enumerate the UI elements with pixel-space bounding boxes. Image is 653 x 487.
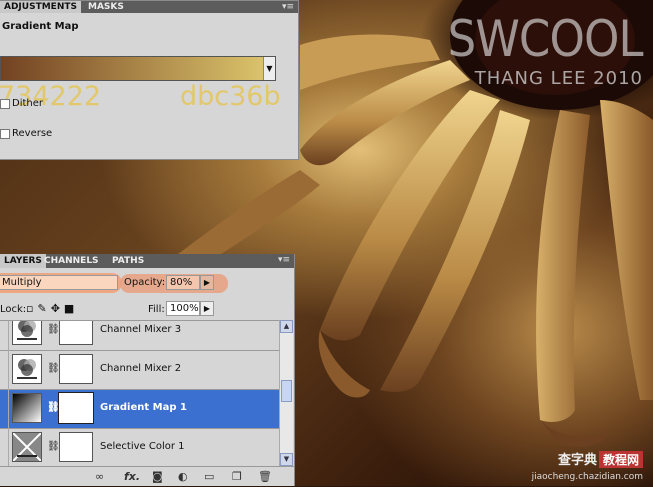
eye-icon[interactable] — [0, 429, 9, 467]
layers-panel: LAYERS CHANNELS PATHS ▾≡ Multiply Opacit… — [0, 254, 295, 486]
chevron-right-icon[interactable]: ▶ — [200, 301, 214, 316]
tab-masks[interactable]: MASKS — [84, 1, 128, 13]
lock-brush-icon[interactable]: ✎ — [37, 302, 50, 315]
eye-icon[interactable] — [0, 321, 9, 351]
panel-menu-icon[interactable]: ▾≡ — [282, 2, 294, 12]
tab-paths[interactable]: PATHS — [108, 254, 148, 268]
opacity-label: Opacity: — [124, 277, 166, 288]
reverse-checkbox[interactable] — [0, 129, 10, 139]
scroll-down-icon[interactable]: ▼ — [280, 453, 293, 466]
layer-name: Channel Mixer 3 — [100, 324, 182, 335]
layer-row-channel-mixer-3[interactable]: ⛓ Channel Mixer 3 — [0, 321, 279, 351]
dither-label: Dither — [12, 98, 44, 109]
lock-transparent-icon[interactable]: ▫ — [26, 302, 37, 315]
add-mask-icon[interactable]: ◙ — [152, 470, 163, 483]
gradient-end-hex: dbc36b — [180, 81, 281, 112]
link-icon[interactable]: ⛓ — [47, 324, 60, 335]
scroll-up-icon[interactable]: ▲ — [280, 320, 293, 333]
fill-input[interactable]: 100% — [166, 301, 200, 316]
channel-mixer-icon — [12, 354, 42, 384]
scroll-thumb[interactable] — [281, 380, 292, 402]
channel-mixer-icon — [12, 321, 42, 345]
lock-all-icon[interactable]: ■ — [64, 302, 78, 315]
chevron-right-icon[interactable]: ▶ — [200, 275, 214, 290]
new-layer-icon[interactable]: ❐ — [232, 470, 242, 483]
eye-icon[interactable] — [0, 351, 9, 390]
site-watermark: 查字典 教程网 — [558, 449, 643, 468]
link-icon[interactable]: ⛓ — [47, 441, 60, 452]
layers-tabbar: LAYERS CHANNELS PATHS ▾≡ — [0, 254, 294, 268]
layers-scrollbar[interactable]: ▲ ▼ — [279, 320, 293, 466]
lock-label: Lock: — [0, 304, 27, 315]
layer-list: ⛓ Channel Mixer 3 ⛓ Channel Mixer 2 ⛓ Gr… — [0, 320, 279, 467]
link-icon[interactable]: ∞ — [95, 470, 104, 483]
tab-channels[interactable]: CHANNELS — [40, 254, 103, 268]
link-icon[interactable]: ⛓ — [47, 363, 60, 374]
reverse-label: Reverse — [12, 128, 53, 139]
layer-row-channel-mixer-2[interactable]: ⛓ Channel Mixer 2 — [0, 351, 279, 390]
dither-checkbox[interactable] — [0, 99, 10, 109]
selective-color-icon — [12, 432, 42, 462]
adjustment-title: Gradient Map — [2, 21, 79, 32]
trash-icon[interactable]: 🗑 — [258, 470, 272, 483]
panel-menu-icon[interactable]: ▾≡ — [278, 255, 290, 265]
layer-mask-thumbnail[interactable] — [59, 321, 93, 345]
site-name: 查字典 — [557, 453, 597, 468]
gradient-map-icon — [12, 393, 42, 423]
lock-options[interactable]: ▫✎✥■ — [26, 302, 78, 315]
layer-name: Selective Color 1 — [100, 441, 185, 452]
eye-icon[interactable] — [0, 390, 9, 429]
layer-mask-thumbnail[interactable] — [59, 354, 93, 384]
watermark-title: SWCOOL — [448, 10, 644, 68]
fill-label: Fill: — [148, 304, 165, 315]
tab-adjustments[interactable]: ADJUSTMENTS — [0, 1, 81, 13]
layer-name: Gradient Map 1 — [100, 402, 187, 413]
layer-name: Channel Mixer 2 — [100, 363, 182, 374]
fx-icon[interactable]: fx. — [124, 470, 140, 483]
layers-bottom-toolbar: ∞ fx. ◙ ◐ ▭ ❐ 🗑 — [0, 466, 294, 487]
site-url: jiaocheng.chazidian.com — [531, 472, 643, 482]
gradient-preview[interactable] — [1, 57, 264, 80]
opacity-input[interactable]: 80% — [166, 275, 200, 290]
watermark-subtitle: THANG LEE 2010 — [474, 68, 643, 89]
group-icon[interactable]: ▭ — [204, 470, 214, 483]
layer-row-selective-color-1[interactable]: ⛓ Selective Color 1 — [0, 429, 279, 467]
link-icon[interactable]: ⛓ — [47, 402, 60, 413]
adjustments-panel: ADJUSTMENTS MASKS ▾≡ Gradient Map ▼ 7342… — [0, 0, 299, 160]
layer-mask-thumbnail[interactable] — [59, 432, 93, 462]
layer-row-gradient-map-1[interactable]: ⛓ Gradient Map 1 — [0, 390, 279, 429]
lock-move-icon[interactable]: ✥ — [51, 302, 64, 315]
blend-mode-select[interactable]: Multiply — [0, 275, 118, 290]
site-box: 教程网 — [598, 451, 643, 468]
layer-mask-thumbnail[interactable] — [58, 392, 94, 424]
gradient-picker[interactable]: ▼ — [0, 56, 276, 81]
adjustment-layer-icon[interactable]: ◐ — [178, 470, 188, 483]
adjustments-tabbar: ADJUSTMENTS MASKS ▾≡ — [0, 1, 298, 13]
chevron-down-icon[interactable]: ▼ — [263, 57, 275, 80]
